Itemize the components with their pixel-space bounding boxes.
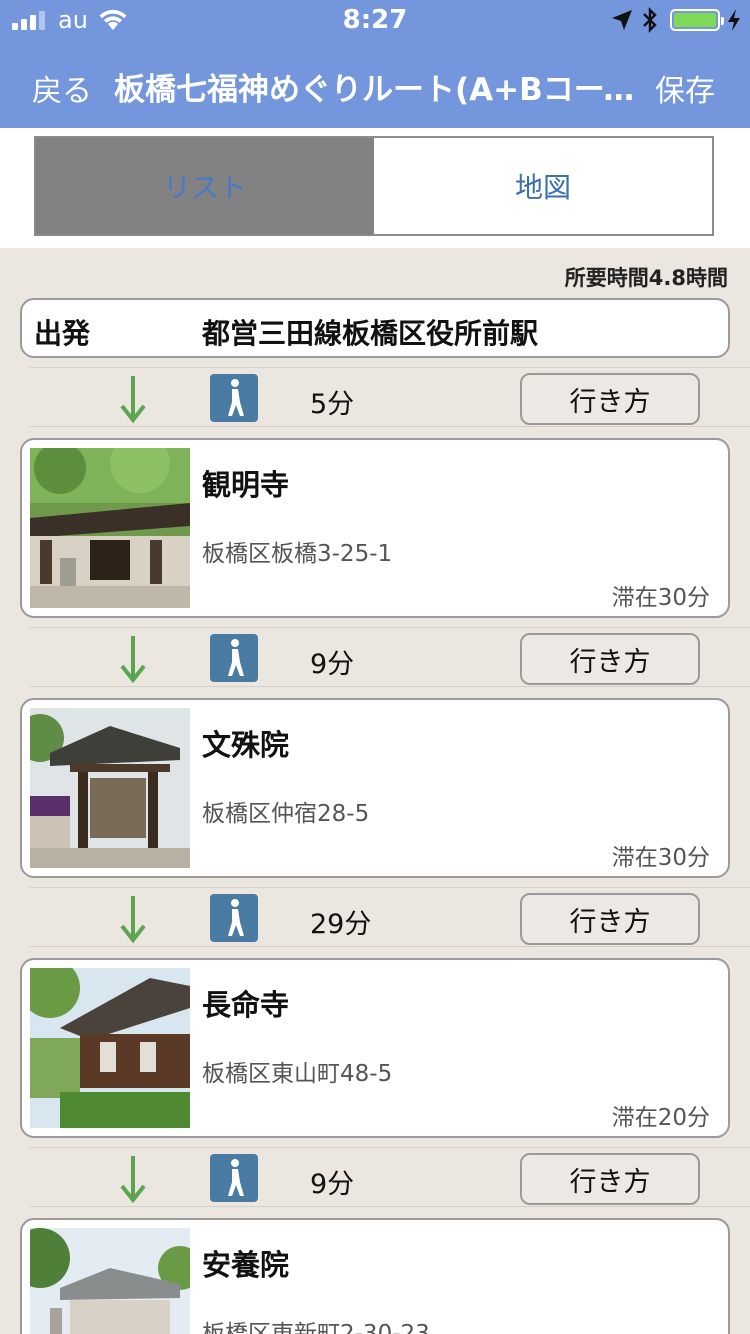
departure-station: 都営三田線板橋区役所前駅 [202,317,539,350]
temple-photo [30,708,190,868]
temple-photo [30,1228,190,1334]
stop-address: 板橋区東山町48-5 [202,1061,393,1087]
stop-address: 板橋区東新町2-30-23 [202,1321,430,1334]
status-bar: au 8:27 [0,0,750,40]
tab-map[interactable]: 地図 [374,138,712,234]
stop-card[interactable]: 安養院 板橋区東新町2-30-23 [20,1218,730,1334]
stop-address: 板橋区板橋3-25-1 [202,541,393,567]
stop-address: 板橋区仲宿28-5 [202,801,370,827]
tab-list[interactable]: リスト [36,138,374,234]
down-arrow-icon [120,636,146,684]
stop-card[interactable]: 長命寺 板橋区東山町48-5 滞在20分 [20,958,730,1138]
navigation-bar: 戻る 板橋七福神めぐりルート(A+Bコース) 保存 [0,40,750,128]
charging-bolt-icon [728,9,740,31]
directions-button[interactable]: 行き方 [520,1153,700,1205]
transit-leg: 5分 行き方 [30,367,750,427]
departure-label: 出発 [34,317,91,350]
stop-card[interactable]: 文殊院 板橋区仲宿28-5 滞在30分 [20,698,730,878]
stop-card[interactable]: 観明寺 板橋区板橋3-25-1 滞在30分 [20,438,730,618]
stay-duration: 滞在20分 [611,1105,710,1131]
save-button[interactable]: 保存 [655,66,715,110]
walking-icon [210,634,258,682]
temple-photo [30,448,190,608]
stop-name: 安養院 [202,1248,290,1282]
directions-button[interactable]: 行き方 [520,633,700,685]
segment-container: リスト 地図 [0,128,750,248]
walk-minutes: 9分 [310,1169,355,1200]
down-arrow-icon [120,896,146,944]
page-title: 板橋七福神めぐりルート(A+Bコース) [114,72,640,108]
transit-leg: 9分 行き方 [30,1147,750,1207]
clock: 8:27 [342,5,408,35]
down-arrow-icon [120,1156,146,1204]
back-button[interactable]: 戻る [32,66,92,110]
stay-duration: 滞在30分 [611,585,710,611]
directions-button[interactable]: 行き方 [520,893,700,945]
walking-icon [210,1154,258,1202]
down-arrow-icon [120,376,146,424]
location-arrow-icon [612,10,632,30]
walk-minutes: 29分 [310,909,372,940]
walk-minutes: 5分 [310,389,355,420]
transit-leg: 29分 行き方 [30,887,750,947]
bluetooth-icon [643,7,657,33]
top-bar: au 8:27 戻る 板橋七福神めぐりルート(A+Bコース) 保存 [0,0,750,128]
stop-name: 観明寺 [202,468,290,502]
total-duration: 所要時間4.8時間 [564,266,728,290]
stop-name: 長命寺 [202,988,290,1022]
walk-minutes: 9分 [310,649,355,680]
battery-icon [670,9,724,31]
departure-row[interactable]: 出発 都営三田線板橋区役所前駅 [20,298,730,358]
stop-name: 文殊院 [202,728,290,762]
stay-duration: 滞在30分 [611,845,710,871]
transit-leg: 9分 行き方 [30,627,750,687]
directions-button[interactable]: 行き方 [520,373,700,425]
temple-photo [30,968,190,1128]
view-segmented-control: リスト 地図 [34,136,714,236]
walking-icon [210,894,258,942]
walking-icon [210,374,258,422]
